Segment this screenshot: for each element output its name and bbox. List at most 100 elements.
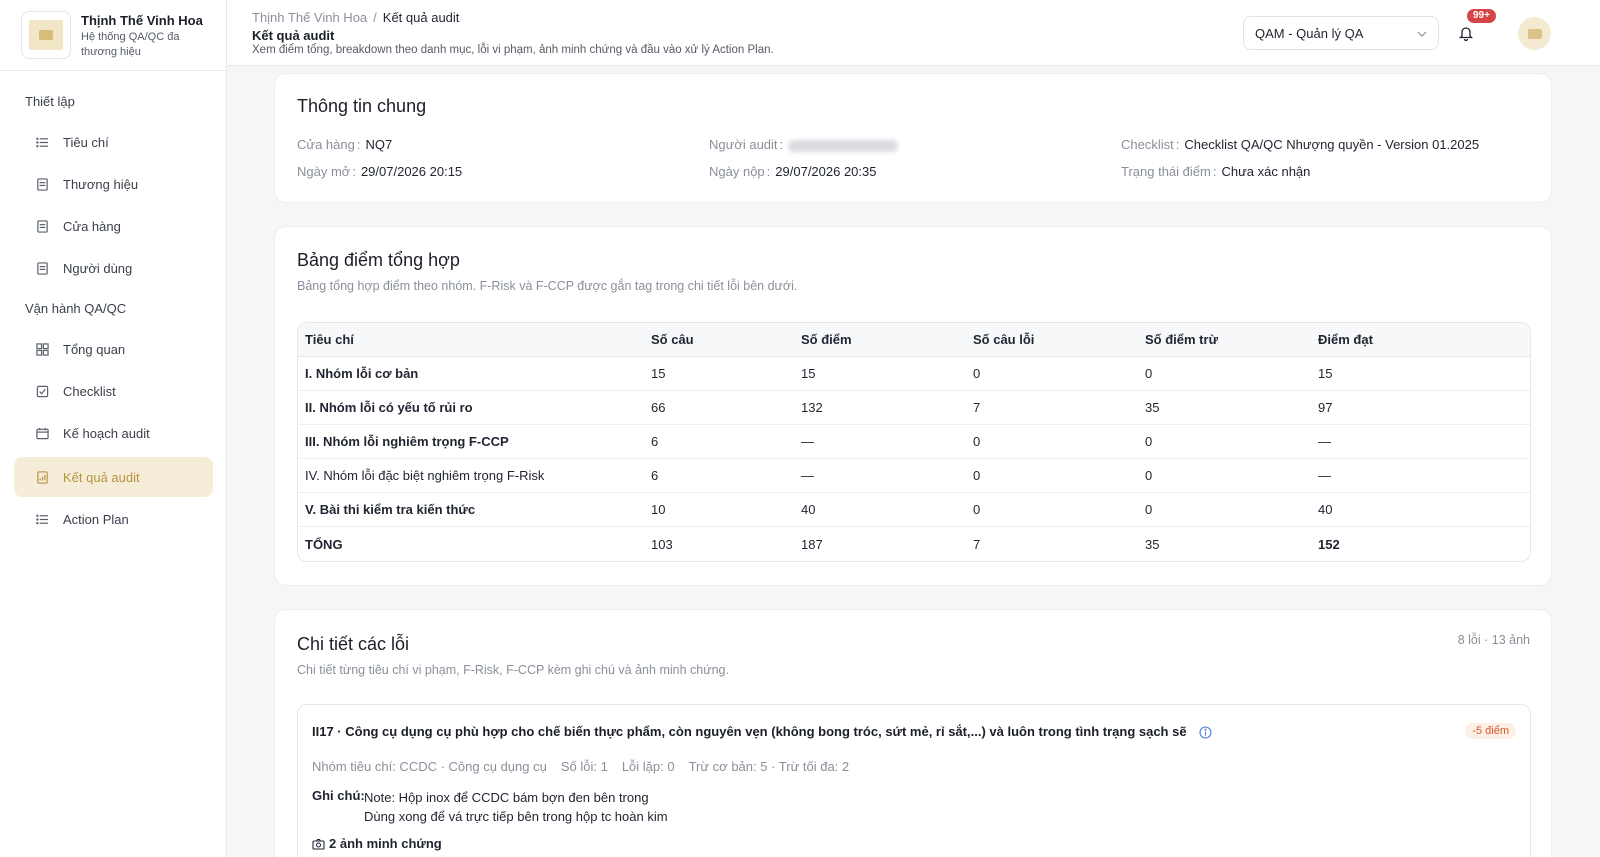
table-cell: IV. Nhóm lỗi đặc biệt nghiêm trọng F-Ris… [298,459,644,493]
role-select[interactable]: QAM - Quản lý QA [1243,16,1439,50]
avatar[interactable] [1518,17,1551,50]
table-cell: 132 [794,391,966,425]
error-repeat: Lỗi lặp: 0 [621,759,675,774]
sidebar-item-audit-results[interactable]: Kết quả audit [14,457,213,497]
column-header: Điểm đạt [1311,323,1530,357]
table-cell: 0 [1138,493,1311,527]
info-submitted: Ngày nộp29/07/2026 20:35 [709,164,877,179]
sidebar-item-label: Kế hoạch audit [63,425,150,441]
note-text: Note: Hộp inox để CCDC bám bợn đen bên t… [364,790,668,824]
table-cell: 6 [644,459,794,493]
table-cell: 15 [644,357,794,391]
auditor-name-redacted [788,139,899,152]
table-cell: 10 [644,493,794,527]
nav-section-setup: Thiết lập [25,94,75,109]
error-item: II17 · Công cụ dụng cụ phù hợp cho chế b… [297,704,1531,857]
grid-icon [36,342,49,356]
document-icon [37,261,48,275]
sidebar-item-users[interactable]: Người dùng [14,248,213,288]
sidebar-item-action-plan[interactable]: Action Plan [14,499,213,539]
table-cell: 0 [966,459,1138,493]
report-icon [37,470,48,484]
table-cell: 35 [1138,391,1311,425]
error-group: Nhóm tiêu chí: CCDC · Công cụ dụng cụ [312,759,547,774]
checkbox-icon [36,385,49,397]
table-cell: TỔNG [305,536,343,552]
summary-subtitle: Bảng tổng hợp điểm theo nhóm. F-Risk và … [297,279,798,293]
sidebar-item-label: Checklist [63,383,116,399]
table-cell: 0 [966,425,1138,459]
summary-card: Bảng điểm tổng hợp Bảng tổng hợp điểm th… [274,226,1552,586]
brand-title: Thịnh Thế Vinh Hoa [81,13,203,28]
note-label: Ghi chú: [312,788,365,803]
sidebar-item-label: Kết quả audit [63,469,140,485]
error-deduct: Trừ cơ bản: 5 · Trừ tối đa: 2 [688,759,850,774]
table-row: III. Nhóm lỗi nghiêm trọng F-CCP 6 — 0 0… [298,425,1530,459]
table-cell: 40 [1311,493,1530,527]
column-header: Số câu [644,323,794,357]
sidebar-item-stores[interactable]: Cửa hàng [14,206,213,246]
brand: Thịnh Thế Vinh Hoa Hệ thống QA/QC đa thư… [0,0,226,71]
table-cell: — [794,459,966,493]
summary-title: Bảng điểm tổng hợp [297,250,460,270]
list-icon [36,137,49,147]
error-title: II17 · Công cụ dụng cụ phù hợp cho chế b… [312,724,1212,739]
sidebar-item-label: Cửa hàng [63,218,121,234]
table-cell: 0 [1138,459,1311,493]
info-store: Cửa hàngNQ7 [297,137,392,152]
sidebar-item-label: Tiêu chí [63,134,109,150]
chevron-down-icon [1417,31,1427,37]
info-opened: Ngày mở29/07/2026 20:15 [297,164,462,179]
table-cell: — [1311,459,1530,493]
sidebar-item-audit-plan[interactable]: Kế hoạch audit [14,413,213,453]
table-cell: 0 [1138,357,1311,391]
table-row: V. Bài thi kiểm tra kiến thức 10 40 0 0 … [298,493,1530,527]
table-cell: 66 [644,391,794,425]
sidebar-item-criteria[interactable]: Tiêu chí [14,122,213,162]
table-header-row: Tiêu chí Số câu Số điểm Số câu lỗi Số đi… [298,323,1530,357]
details-title: Chi tiết các lỗi [297,634,410,654]
table-cell: 15 [794,357,966,391]
table-row: IV. Nhóm lỗi đặc biệt nghiêm trọng F-Ris… [298,459,1530,493]
table-cell: V. Bài thi kiểm tra kiến thức [298,493,644,527]
sidebar-item-overview[interactable]: Tổng quan [14,329,213,369]
column-header: Số câu lỗi [966,323,1138,357]
general-info-card: Thông tin chung Cửa hàngNQ7 Người audit … [274,73,1552,203]
breadcrumb-current: Kết quả audit [382,10,460,25]
sidebar-item-checklist[interactable]: Checklist [14,371,213,411]
role-select-value: QAM - Quản lý QA [1255,25,1364,41]
column-header: Tiêu chí [298,323,644,357]
table-cell: 97 [1311,391,1530,425]
table-cell: — [794,425,966,459]
calendar-icon [36,427,49,439]
column-header: Số điểm trừ [1138,323,1311,357]
document-icon [37,177,48,191]
penalty-badge: -5 điểm [1465,723,1516,739]
summary-table: Tiêu chí Số câu Số điểm Số câu lỗi Số đi… [297,322,1531,562]
table-cell: 7 [966,391,1138,425]
topbar: Thịnh Thế Vinh Hoa / Kết quả audit Kết quả… [227,0,1600,66]
camera-icon [312,838,325,850]
table-cell: I. Nhóm lỗi cơ bản [298,357,644,391]
table-row: I. Nhóm lỗi cơ bản 15 15 0 0 15 [298,357,1530,391]
table-cell: 0 [966,357,1138,391]
table-cell: 103 [651,536,673,552]
general-info-title: Thông tin chung [297,96,427,116]
error-meta: Nhóm tiêu chí: CCDC · Công cụ dụng cụ Số … [312,759,863,774]
page-description: Xem điểm tổng, breakdown theo danh mục, … [252,44,774,56]
table-total-row: TỔNG 103 187 7 35 152 [298,527,1530,561]
brand-subtitle: Hệ thống QA/QC đa thương hiệu [81,31,180,58]
error-details-card: Chi tiết các lỗi Chi tiết từng tiêu chí … [274,609,1552,857]
info-icon[interactable] [1199,726,1212,739]
table-cell: 187 [801,536,823,552]
document-icon [37,219,48,233]
table-cell: II. Nhóm lỗi có yếu tố rủi ro [298,391,644,425]
breadcrumb-home[interactable]: Thịnh Thế Vinh Hoa [252,10,367,25]
table-cell: 40 [794,493,966,527]
info-auditor: Người audit [709,137,899,152]
table-cell: 15 [1311,357,1530,391]
sidebar-item-label: Người dùng [63,260,133,276]
sidebar-item-brands[interactable]: Thương hiệu [14,164,213,204]
bell-icon[interactable] [1459,25,1473,41]
evidence-photos-link[interactable]: 2 ảnh minh chứng [312,836,442,851]
